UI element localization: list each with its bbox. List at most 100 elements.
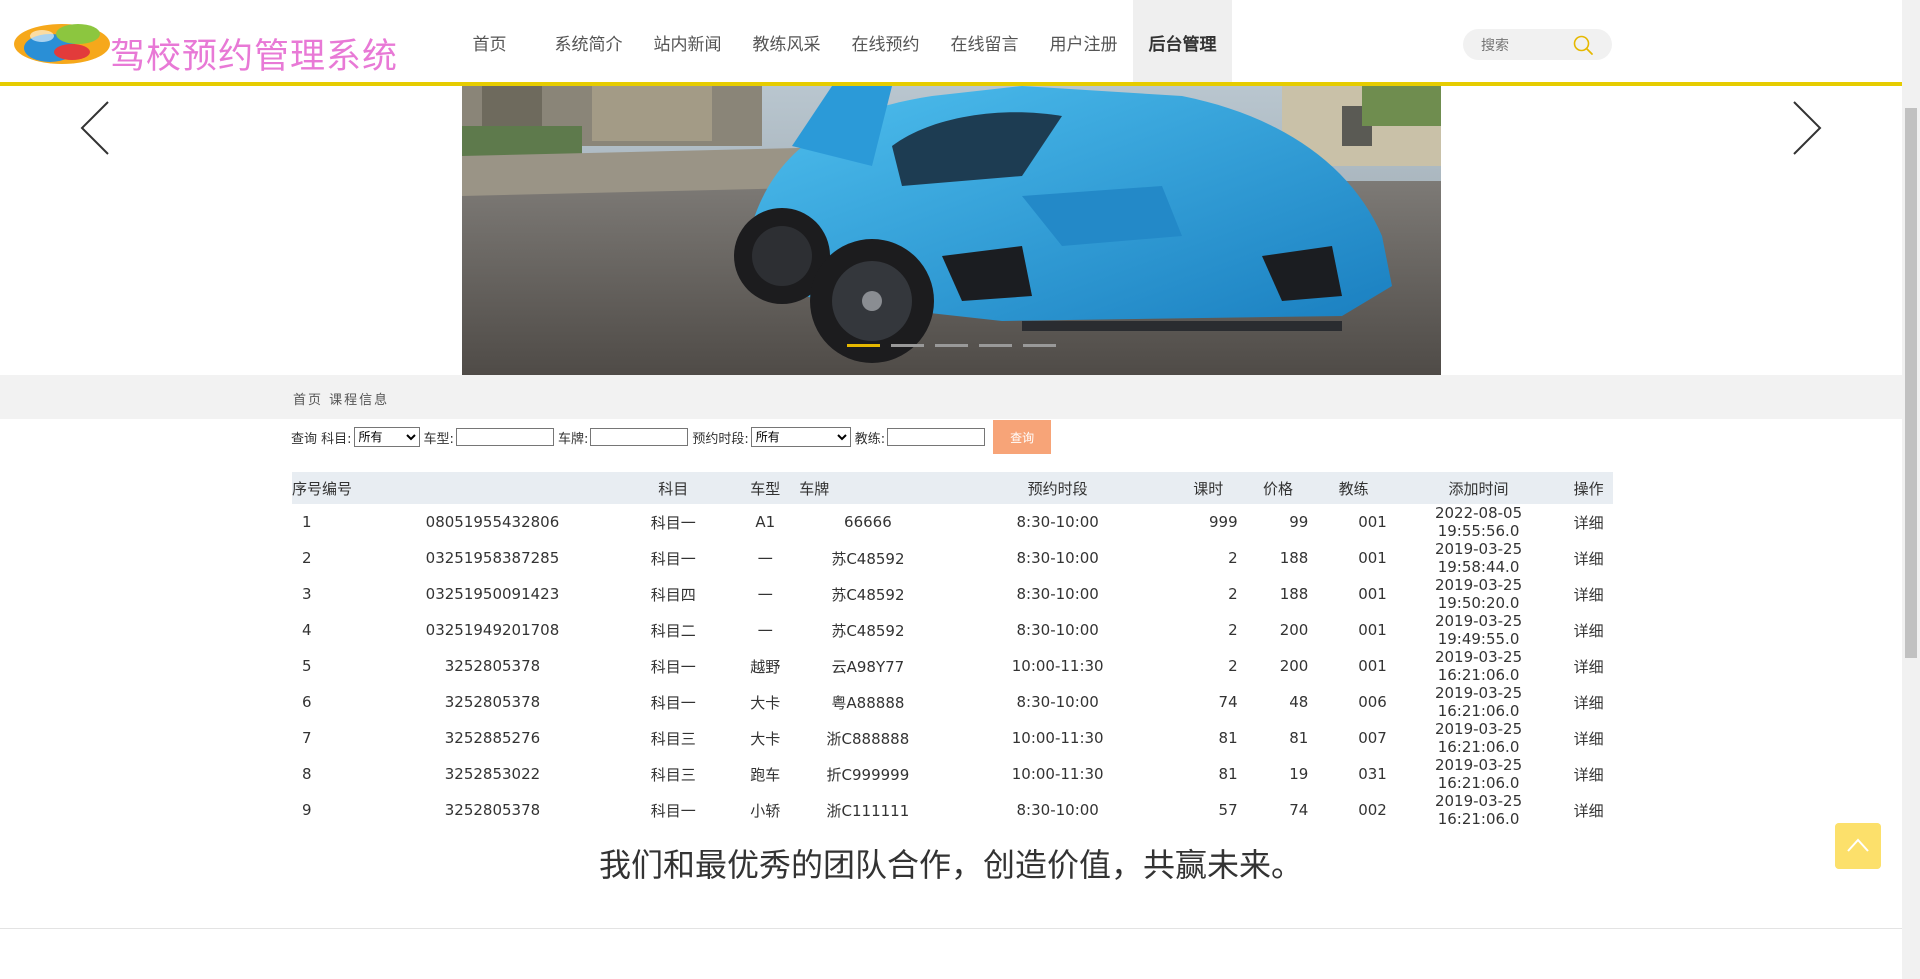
cell-detail-link[interactable]: 详细 bbox=[1564, 576, 1613, 612]
cell-index: 6 bbox=[302, 693, 312, 711]
cell-detail-link[interactable]: 详细 bbox=[1564, 504, 1613, 540]
cell-coach: 001 bbox=[1358, 621, 1387, 639]
cell-detail-link[interactable]: 详细 bbox=[1564, 648, 1613, 684]
cell-price: 81 bbox=[1289, 729, 1309, 747]
cell-detail-link[interactable]: 详细 bbox=[1564, 612, 1613, 648]
cell-cartype: 大卡 bbox=[750, 693, 781, 712]
carousel-dot[interactable] bbox=[979, 344, 1012, 347]
plate-label: 车牌: bbox=[557, 431, 589, 447]
cell-added: 2019-03-25 16:21:06.0 bbox=[1434, 792, 1523, 828]
table-row: 9 3252805378 科目一 小轿 浙C111111 8:30-10:00 57 74 00… bbox=[292, 792, 1613, 828]
page-scrollbar[interactable] bbox=[1902, 0, 1920, 979]
cell-detail-link[interactable]: 详细 bbox=[1564, 756, 1613, 792]
cartype-input[interactable] bbox=[455, 428, 554, 446]
cell-cartype: A1 bbox=[755, 513, 776, 531]
cell-subject: 科目一 bbox=[650, 549, 696, 568]
coach-input[interactable] bbox=[887, 428, 986, 446]
cell-price: 188 bbox=[1279, 585, 1309, 603]
col-header-hours: 课时 bbox=[1178, 472, 1248, 504]
carousel-dot[interactable] bbox=[847, 344, 880, 347]
search-input[interactable] bbox=[1479, 35, 1573, 56]
cell-index: 4 bbox=[302, 621, 312, 639]
header: 驾校预约管理系统 首页 系统简介 站内新闻 教练风采 在线预约 在线留言 用户注… bbox=[0, 0, 1902, 86]
query-button[interactable]: 查询 bbox=[993, 420, 1052, 454]
carousel-dot[interactable] bbox=[935, 344, 968, 347]
cell-slot: 10:00-11:30 bbox=[1011, 765, 1104, 783]
cell-coach: 002 bbox=[1358, 801, 1387, 819]
cell-plate: 苏C48592 bbox=[831, 549, 905, 568]
nav-system-intro[interactable]: 系统简介 bbox=[539, 0, 638, 82]
cell-index: 7 bbox=[302, 729, 312, 747]
cell-coach: 001 bbox=[1358, 513, 1387, 531]
nav-home[interactable]: 首页 bbox=[440, 0, 539, 82]
cell-hours: 2 bbox=[1228, 549, 1238, 567]
car-picture bbox=[462, 86, 1441, 375]
nav-booking[interactable]: 在线预约 bbox=[836, 0, 935, 82]
subject-select[interactable]: 所有 bbox=[353, 427, 420, 447]
cell-code: 03251950091423 bbox=[425, 585, 560, 603]
table-row: 2 03251958387285 科目一 一 苏C48592 8:30-10:00 2 188… bbox=[292, 540, 1613, 576]
cell-index: 1 bbox=[302, 513, 312, 531]
cell-plate: 浙C111111 bbox=[826, 801, 910, 820]
cell-added: 2019-03-25 19:49:55.0 bbox=[1434, 612, 1523, 648]
col-header-cartype: 车型 bbox=[731, 472, 800, 504]
search-box bbox=[1463, 29, 1612, 60]
slogan: 我们和最优秀的团队合作，创造价值，共赢未来。 bbox=[598, 846, 1303, 884]
cell-slot: 8:30-10:00 bbox=[1016, 693, 1099, 711]
nav-news[interactable]: 站内新闻 bbox=[638, 0, 737, 82]
carousel-next-arrow[interactable] bbox=[1790, 100, 1824, 156]
main-nav: 首页 系统简介 站内新闻 教练风采 在线预约 在线留言 用户注册 后台管理 bbox=[440, 0, 1232, 82]
nav-register[interactable]: 用户注册 bbox=[1034, 0, 1133, 82]
col-header-action: 操作 bbox=[1564, 472, 1613, 504]
cell-coach: 001 bbox=[1358, 549, 1387, 567]
slot-select[interactable]: 所有 bbox=[750, 427, 851, 447]
cell-price: 48 bbox=[1289, 693, 1309, 711]
cell-added: 2019-03-25 19:58:44.0 bbox=[1434, 540, 1523, 576]
plate-input[interactable] bbox=[590, 428, 689, 446]
scrollbar-thumb[interactable] bbox=[1905, 108, 1917, 658]
cell-cartype: 一 bbox=[757, 549, 773, 568]
cell-slot: 10:00-11:30 bbox=[1011, 657, 1104, 675]
cell-price: 200 bbox=[1279, 621, 1309, 639]
coach-label: 教练: bbox=[854, 431, 886, 447]
col-header-slot: 预约时段 bbox=[936, 472, 1179, 504]
cell-slot: 10:00-11:30 bbox=[1011, 729, 1104, 747]
cell-hours: 81 bbox=[1218, 765, 1238, 783]
col-header-subject: 科目 bbox=[615, 472, 732, 504]
back-to-top-button[interactable] bbox=[1835, 823, 1881, 869]
cell-added: 2019-03-25 16:21:06.0 bbox=[1434, 684, 1523, 720]
cell-code: 03251958387285 bbox=[425, 549, 560, 567]
cell-hours: 999 bbox=[1208, 513, 1238, 531]
carousel-dot[interactable] bbox=[1023, 344, 1056, 347]
cell-slot: 8:30-10:00 bbox=[1016, 621, 1099, 639]
cell-coach: 031 bbox=[1358, 765, 1387, 783]
cell-plate: 粤A88888 bbox=[831, 693, 905, 712]
cell-detail-link[interactable]: 详细 bbox=[1564, 720, 1613, 756]
col-header-added: 添加时间 bbox=[1392, 472, 1565, 504]
search-icon[interactable] bbox=[1572, 34, 1594, 56]
cell-price: 74 bbox=[1289, 801, 1309, 819]
table-header-row: 序号编号 科目 车型 车牌 预约时段 课时 价格 教练 添加时间 操作 bbox=[292, 472, 1613, 504]
carousel-dot[interactable] bbox=[891, 344, 924, 347]
cell-detail-link[interactable]: 详细 bbox=[1564, 540, 1613, 576]
cell-code: 03251949201708 bbox=[425, 621, 560, 639]
cell-plate: 苏C48592 bbox=[831, 585, 905, 604]
cell-hours: 2 bbox=[1228, 657, 1238, 675]
footer-divider bbox=[0, 928, 1902, 929]
cell-subject: 科目二 bbox=[650, 621, 696, 640]
cell-hours: 74 bbox=[1218, 693, 1238, 711]
nav-coaches[interactable]: 教练风采 bbox=[737, 0, 836, 82]
cell-subject: 科目一 bbox=[650, 513, 696, 532]
col-header-index-label: 序号 bbox=[292, 479, 323, 498]
carousel-prev-arrow[interactable] bbox=[78, 100, 112, 156]
cell-plate: 浙C888888 bbox=[826, 729, 910, 748]
cell-index: 3 bbox=[302, 585, 312, 603]
cell-detail-link[interactable]: 详细 bbox=[1564, 684, 1613, 720]
nav-admin[interactable]: 后台管理 bbox=[1133, 0, 1232, 82]
table-row: 3 03251950091423 科目四 一 苏C48592 8:30-10:00 2 188… bbox=[292, 576, 1613, 612]
col-header-plate: 车牌 bbox=[799, 472, 937, 504]
cell-detail-link[interactable]: 详细 bbox=[1564, 792, 1613, 828]
breadcrumb-bar: 首页 课程信息 bbox=[0, 375, 1902, 419]
cell-slot: 8:30-10:00 bbox=[1016, 585, 1099, 603]
nav-messages[interactable]: 在线留言 bbox=[935, 0, 1034, 82]
